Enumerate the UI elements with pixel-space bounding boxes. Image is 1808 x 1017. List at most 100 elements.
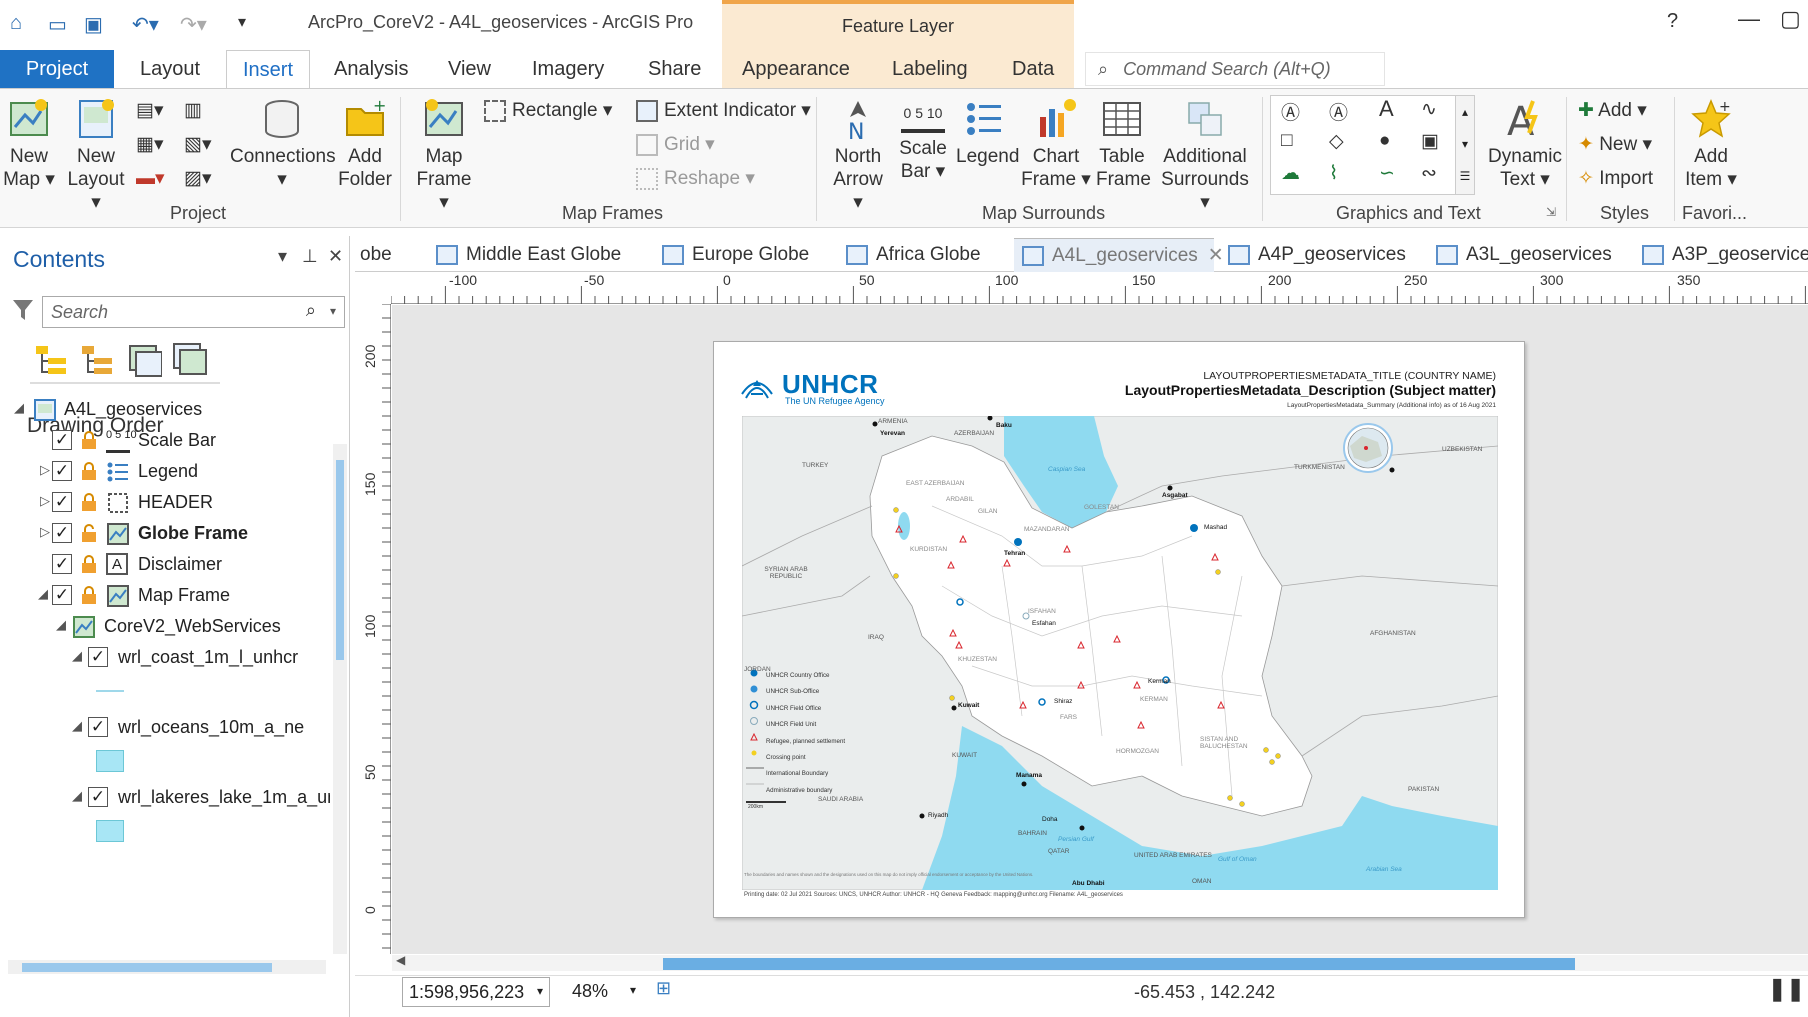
map-frame-button[interactable]: Map Frame ▾ (412, 97, 476, 214)
tree-item-corev2-webservices[interactable]: ◢ CoreV2_WebServices (0, 613, 330, 643)
tab-view[interactable]: View (432, 50, 507, 88)
visibility-checkbox[interactable]: ✓ (52, 554, 72, 574)
connections-button[interactable]: Connections ▾ (230, 97, 336, 191)
new-style-button[interactable]: ✦ New ▾ (1578, 133, 1652, 156)
callout-icon[interactable]: Ⓐ (1329, 98, 1348, 125)
task-icon[interactable]: ▧▾ (184, 133, 212, 156)
visibility-checkbox[interactable]: ✓ (52, 492, 72, 512)
expand-icon[interactable]: ▷ (40, 462, 50, 478)
layout-page[interactable]: UNHCR The UN Refugee Agency LAYOUTPROPER… (713, 341, 1525, 918)
text-icon[interactable]: Ⓐ (1281, 98, 1300, 125)
close-tab-icon[interactable]: ✕ (1208, 245, 1224, 266)
doc-tab-europe-globe[interactable]: Europe Globe (662, 238, 809, 272)
filter-icon[interactable] (12, 298, 34, 322)
tree-item-wrl-lakeres[interactable]: ◢ ✓ wrl_lakeres_lake_1m_a_unhcr (0, 784, 330, 814)
open-project-icon[interactable]: ▭ (48, 12, 67, 37)
pin-icon[interactable]: ⊥ (302, 246, 318, 267)
command-search-input[interactable]: ⌕ Command Search (Alt+Q) (1085, 52, 1385, 86)
tab-imagery[interactable]: Imagery (516, 50, 620, 88)
doc-tab-middle-east-globe[interactable]: Middle East Globe (436, 238, 621, 272)
tree-item-map-frame[interactable]: ◢ ✓ Map Frame (0, 582, 330, 612)
tab-labeling[interactable]: Labeling (876, 50, 984, 88)
tree-item-wrl-oceans[interactable]: ◢ ✓ wrl_oceans_10m_a_ne (0, 714, 330, 744)
polygon-symbol-swatch[interactable] (96, 820, 124, 842)
dynamic-text-button[interactable]: A Dynamic Text ▾ (1488, 97, 1562, 191)
lock-icon[interactable] (80, 554, 98, 574)
collapse-icon[interactable]: ◢ (38, 586, 48, 602)
tab-analysis[interactable]: Analysis (318, 50, 424, 88)
home-icon[interactable]: ⌂ (10, 12, 22, 35)
lock-icon[interactable] (80, 492, 98, 512)
grid-button[interactable]: Grid ▾ (636, 133, 715, 156)
minimize-icon[interactable]: — (1738, 6, 1760, 32)
collapse-icon[interactable]: ◢ (14, 400, 24, 416)
toolbox-icon[interactable]: ▬▾ (136, 167, 165, 190)
dialog-launcher-icon[interactable]: ⇲ (1546, 205, 1556, 219)
doc-tab-a3p-geoservices[interactable]: A3P_geoservices (1642, 238, 1808, 272)
rectangle-button[interactable]: Rectangle ▾ (484, 99, 612, 122)
lock-icon[interactable] (80, 585, 98, 605)
reshape-button[interactable]: Reshape ▾ (636, 167, 755, 190)
new-report-icon[interactable]: ▤▾ (136, 99, 164, 122)
polygon-symbol-swatch[interactable] (96, 750, 124, 772)
extent-indicator-button[interactable]: Extent Indicator ▾ (636, 99, 811, 122)
import-icon[interactable]: ▦▾ (136, 133, 164, 156)
add-folder-button[interactable]: + Add Folder (338, 97, 392, 191)
list-by-selection-icon[interactable] (126, 342, 162, 378)
close-pane-icon[interactable]: ✕ (328, 246, 343, 267)
snapping-icon[interactable]: ⊞ (656, 978, 671, 999)
scale-bar-button[interactable]: 0 5 10 Scale Bar ▾ (894, 97, 952, 183)
tab-layout[interactable]: Layout (124, 50, 216, 88)
collapse-icon[interactable]: ◢ (56, 617, 66, 633)
scale-selector[interactable]: 1:598,956,223 ▾ (402, 977, 550, 1007)
tab-appearance[interactable]: Appearance (726, 50, 866, 88)
polygon-graphic-icon[interactable]: ◇ (1329, 130, 1344, 153)
north-arrow-button[interactable]: N North Arrow ▾ (826, 97, 890, 214)
tab-data[interactable]: Data (996, 50, 1070, 88)
lasso-icon[interactable]: ☁ (1281, 162, 1300, 185)
straight-text-icon[interactable]: A (1379, 96, 1394, 122)
circle-graphic-icon[interactable]: ● (1379, 130, 1390, 152)
tab-insert[interactable]: Insert (226, 50, 310, 88)
contents-vertical-scroll-thumb[interactable] (336, 460, 344, 660)
table-frame-button[interactable]: Table Frame (1096, 97, 1151, 191)
tree-item-header[interactable]: ▷ ✓ HEADER (0, 489, 330, 519)
gallery-scroll[interactable]: ▴ ▾ ☰ (1455, 95, 1475, 195)
new-map-button[interactable]: New Map ▾ (2, 97, 56, 191)
contents-horizontal-scroll-thumb[interactable] (22, 963, 272, 972)
zoom-selector[interactable]: 48% ▾ (566, 977, 638, 1007)
doc-tab-a3l-geoservices[interactable]: A3L_geoservices (1436, 238, 1612, 272)
visibility-checkbox[interactable]: ✓ (88, 787, 108, 807)
import-style-button[interactable]: ✧ Import (1578, 167, 1653, 190)
visibility-checkbox[interactable]: ✓ (52, 430, 72, 450)
undo-icon[interactable]: ↶▾ (132, 12, 159, 37)
visibility-checkbox[interactable]: ✓ (52, 461, 72, 481)
horizontal-ruler[interactable]: -100 -50 0 50 100 150 200 250 300 350 (391, 272, 1808, 304)
graphics-gallery[interactable]: Ⓐ Ⓐ A ∿ □ ◇ ● ▣ ☁ ⌇ ∽ ∾ (1270, 95, 1466, 195)
collapse-icon[interactable]: ◢ (72, 648, 82, 664)
pause-drawing-icon[interactable]: ❚❚ (1768, 976, 1805, 1002)
expand-icon[interactable]: ▷ (40, 524, 50, 540)
additional-surrounds-button[interactable]: Additional Surrounds ▾ (1156, 97, 1254, 214)
new-layout-button[interactable]: New Layout ▾ (62, 97, 130, 214)
notebook-icon[interactable]: ▥ (184, 99, 202, 122)
freehand-icon[interactable]: ∾ (1421, 162, 1437, 185)
tree-item-disclaimer[interactable]: ✓ A Disclaimer (0, 551, 330, 581)
expand-icon[interactable]: ▷ (40, 493, 50, 509)
help-icon[interactable]: ? (1667, 10, 1678, 33)
tab-project[interactable]: Project (0, 50, 114, 88)
canvas-horizontal-scroll-thumb[interactable] (663, 958, 1575, 970)
tree-item-scale-bar[interactable]: ✓ 0 5 10 Scale Bar (0, 427, 330, 457)
add-style-button[interactable]: ✚ Add ▾ (1578, 99, 1647, 122)
visibility-checkbox[interactable]: ✓ (52, 523, 72, 543)
drawing-order-icon[interactable] (34, 342, 70, 378)
redo-icon[interactable]: ↷▾ (180, 12, 207, 37)
collapse-icon[interactable]: ◢ (72, 718, 82, 734)
tree-item-wrl-coast[interactable]: ◢ ✓ wrl_coast_1m_l_unhcr (0, 644, 330, 674)
save-icon[interactable]: ▣ (84, 12, 103, 37)
customize-qat-icon[interactable]: ▾ (238, 12, 246, 32)
pane-menu-icon[interactable]: ▾ (278, 246, 287, 267)
line-symbol-swatch[interactable] (96, 690, 124, 692)
curve-icon[interactable]: ∽ (1379, 162, 1395, 185)
search-options-icon[interactable]: ▾ (330, 304, 336, 318)
